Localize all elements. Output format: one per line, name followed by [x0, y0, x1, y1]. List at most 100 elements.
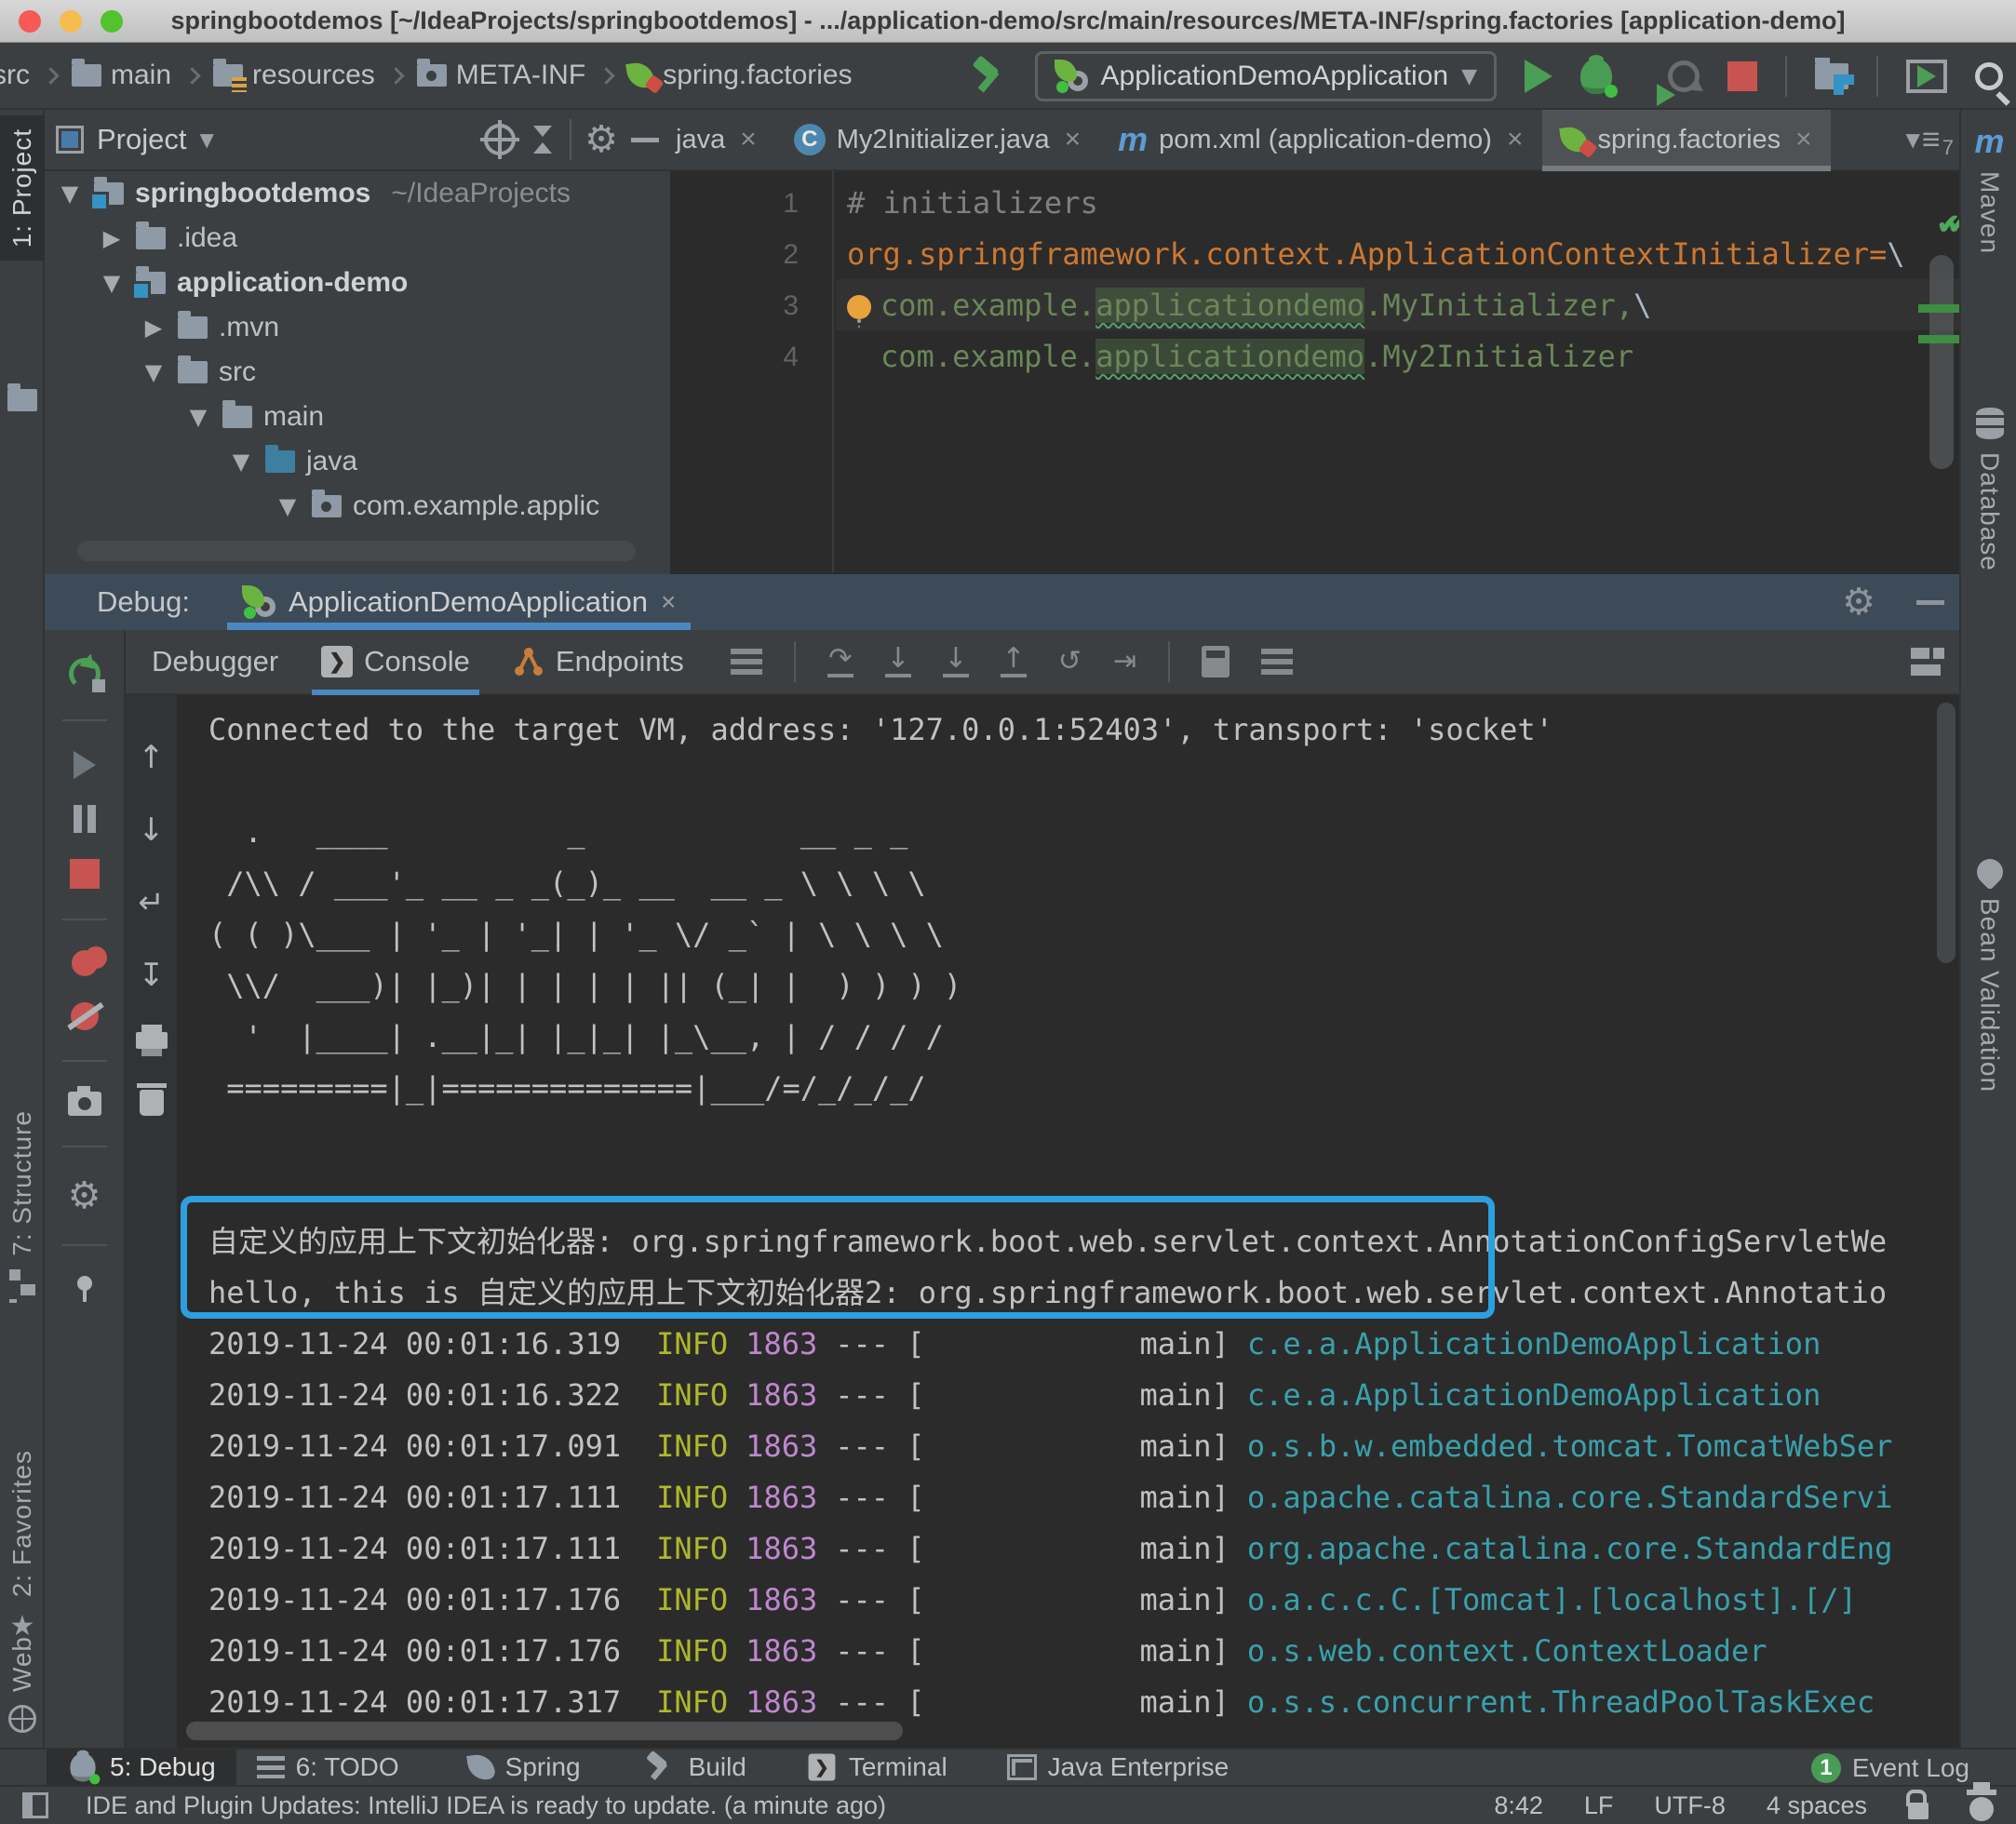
debug-button[interactable]	[1580, 59, 1612, 94]
soft-wrap-icon[interactable]: ↵	[138, 887, 165, 919]
indent-setting[interactable]: 4 spaces	[1767, 1791, 1867, 1820]
debug-console[interactable]: Connected to the target VM, address: '12…	[177, 695, 1959, 1748]
down-stack-trace-icon[interactable]: ↓	[138, 814, 165, 846]
minimize-window-button[interactable]	[60, 10, 82, 33]
tree-item-main[interactable]: ▼ main	[45, 395, 670, 439]
tree-item-package[interactable]: ▼ com.example.applic	[45, 484, 670, 529]
thread-dump-camera-icon[interactable]	[68, 1092, 101, 1116]
close-icon[interactable]: ×	[661, 587, 676, 617]
locate-file-icon[interactable]	[484, 124, 516, 155]
mute-breakpoints-icon[interactable]	[71, 1002, 99, 1030]
tool-button-database[interactable]: Database	[1961, 408, 2016, 571]
tab-endpoints[interactable]: Endpoints	[507, 629, 690, 694]
tool-button-terminal[interactable]: ❯ Terminal	[786, 1749, 968, 1786]
tab-pom-xml[interactable]: m pom.xml (application-demo)×	[1099, 110, 1541, 169]
tab-spring-factories[interactable]: spring.factories×	[1542, 110, 1831, 169]
tool-button-structure[interactable]: 7: Structure	[0, 1110, 45, 1295]
step-out-icon[interactable]: ↑	[1001, 646, 1027, 677]
pin-tab-icon[interactable]	[77, 1276, 92, 1291]
tool-button-java-enterprise[interactable]: Java Enterprise	[987, 1749, 1250, 1786]
breadcrumb-main[interactable]: main	[72, 60, 171, 91]
tool-window-toggle-icon[interactable]	[22, 1792, 48, 1818]
evaluate-expression-icon[interactable]	[1202, 646, 1230, 677]
gear-icon[interactable]: ⚙	[585, 121, 618, 158]
breadcrumb-spring-factories[interactable]: spring.factories	[627, 60, 852, 91]
event-log-button[interactable]: 1 Event Log	[1811, 1750, 1969, 1787]
debug-settings-gear-icon[interactable]: ⚙	[68, 1177, 101, 1214]
tab-java[interactable]: java×	[670, 110, 775, 169]
clear-console-icon[interactable]	[140, 1090, 164, 1116]
editor-content[interactable]: 1 2 3 4 # initializers org.springframewo…	[670, 171, 1959, 572]
console-horizontal-scrollbar[interactable]	[186, 1722, 903, 1740]
status-message[interactable]: IDE and Plugin Updates: IntelliJ IDEA is…	[86, 1791, 886, 1820]
close-window-button[interactable]	[19, 10, 41, 33]
pause-icon[interactable]	[74, 805, 96, 833]
drop-frame-icon[interactable]: ↺	[1058, 649, 1082, 675]
hide-panel-icon[interactable]	[1916, 600, 1944, 605]
tool-button-build[interactable]: Build	[620, 1749, 767, 1786]
rerun-icon[interactable]	[69, 658, 101, 690]
console-settings-icon[interactable]	[1261, 649, 1293, 675]
collapse-all-icon[interactable]	[529, 124, 557, 155]
tool-button-spring[interactable]: Spring	[448, 1749, 601, 1786]
tool-button-todo[interactable]: 6: TODO	[236, 1749, 420, 1786]
project-structure-icon[interactable]	[1815, 63, 1848, 89]
tool-button-bean-validation[interactable]: Bean Validation	[1961, 859, 2016, 1093]
tool-button-favorites[interactable]: 2: Favorites ★	[0, 1450, 45, 1643]
run-configuration-selector[interactable]: ApplicationDemoApplication ▼	[1035, 51, 1497, 101]
collapsed-arrow-icon[interactable]: ▶	[99, 225, 125, 251]
hide-panel-icon[interactable]	[631, 138, 659, 142]
close-icon[interactable]: ×	[740, 124, 757, 155]
breadcrumb-resources[interactable]: resources	[213, 60, 375, 91]
debug-session-tab[interactable]: ApplicationDemoApplication ×	[227, 574, 691, 630]
force-step-into-icon[interactable]: ↓	[943, 646, 969, 677]
resume-icon[interactable]	[74, 751, 96, 779]
layout-menu-icon[interactable]	[731, 649, 762, 675]
gear-icon[interactable]: ⚙	[1842, 583, 1875, 621]
tool-button-debug[interactable]: 5: Debug	[47, 1749, 236, 1786]
intention-bulb-icon[interactable]	[847, 295, 871, 319]
tree-item-springbootdemos[interactable]: ▼ springbootdemos~/IdeaProjects	[45, 171, 670, 216]
run-anything-icon[interactable]	[1906, 60, 1947, 93]
build-project-button[interactable]	[970, 58, 1007, 95]
close-icon[interactable]: ×	[1507, 124, 1524, 155]
tool-button-maven[interactable]: m Maven	[1961, 125, 2016, 254]
tool-button-web[interactable]: Web	[0, 1636, 45, 1733]
view-breakpoints-icon[interactable]	[72, 950, 98, 976]
stop-button[interactable]	[1727, 61, 1757, 91]
tab-debugger[interactable]: Debugger	[146, 629, 284, 694]
breadcrumb-meta-inf[interactable]: META-INF	[417, 60, 585, 91]
file-encoding[interactable]: UTF-8	[1654, 1791, 1726, 1820]
expanded-arrow-icon[interactable]: ▼	[141, 359, 167, 385]
caret-position[interactable]: 8:42	[1494, 1791, 1543, 1820]
expanded-arrow-icon[interactable]: ▼	[57, 181, 83, 207]
line-ending[interactable]: LF	[1584, 1791, 1614, 1820]
run-button[interactable]	[1525, 60, 1552, 93]
stop-icon[interactable]	[70, 859, 100, 889]
tree-item-src[interactable]: ▼ src	[45, 350, 670, 395]
chevron-down-icon[interactable]: ▼	[199, 128, 213, 151]
tree-item-application-demo[interactable]: ▼ application-demo	[45, 261, 670, 305]
hidden-tabs-button[interactable]: ▼ ≡ 7	[1906, 110, 1954, 169]
inspections-ok-icon[interactable]: ✔✔	[1937, 208, 1957, 241]
zoom-window-button[interactable]	[101, 10, 123, 33]
tool-button-project[interactable]: 1: Project	[0, 115, 45, 261]
tree-item-idea[interactable]: ▶ .idea	[45, 216, 670, 261]
print-icon[interactable]	[136, 1032, 168, 1049]
expanded-arrow-icon[interactable]: ▼	[228, 449, 254, 475]
unlock-icon[interactable]	[1908, 1803, 1929, 1819]
breadcrumb-src[interactable]: src	[0, 60, 30, 91]
expanded-arrow-icon[interactable]: ▼	[185, 404, 211, 430]
horizontal-scrollbar[interactable]	[77, 541, 636, 561]
ide-fatal-errors-icon[interactable]	[1969, 1797, 1994, 1821]
run-to-cursor-icon[interactable]: ⇥	[1113, 649, 1136, 675]
restore-layout-icon[interactable]	[1911, 648, 1944, 676]
up-stack-trace-icon[interactable]: ↑	[138, 742, 165, 773]
close-icon[interactable]: ×	[1795, 124, 1812, 155]
expanded-arrow-icon[interactable]: ▼	[99, 270, 125, 296]
profiler-button[interactable]	[1668, 60, 1700, 92]
step-over-icon[interactable]: ↷	[827, 646, 853, 677]
tree-item-mvn[interactable]: ▶ .mvn	[45, 305, 670, 350]
console-vertical-scrollbar[interactable]	[1937, 703, 1956, 963]
collapsed-arrow-icon[interactable]: ▶	[141, 315, 167, 341]
